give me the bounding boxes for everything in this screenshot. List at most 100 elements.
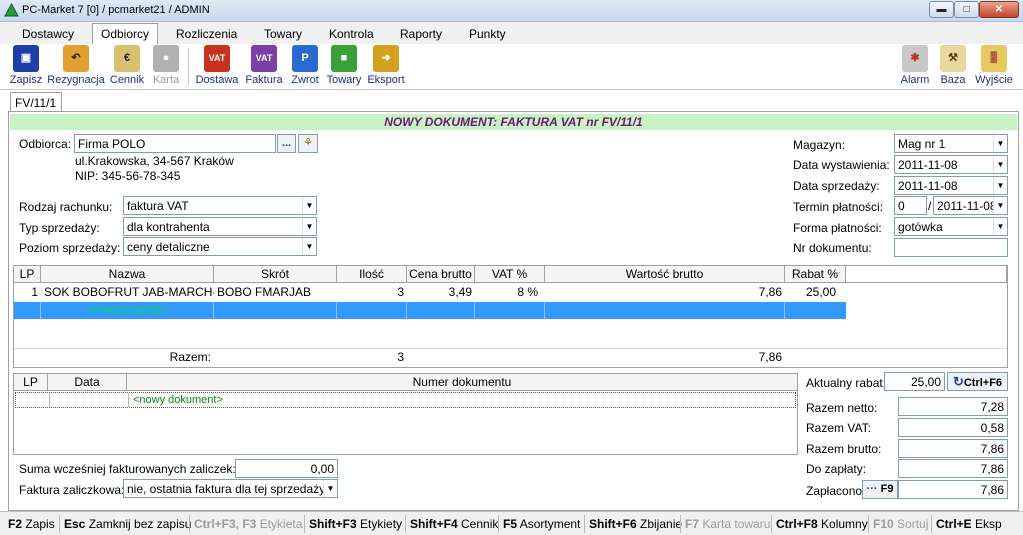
sale-date-field[interactable]: 2011-11-08 ▼ <box>894 176 1008 195</box>
document-number-field[interactable] <box>894 238 1008 257</box>
advance-invoice-select[interactable]: nie, ostatnia faktura dla tej sprzedaży ▼ <box>123 479 338 498</box>
products-label: Towary <box>326 74 362 86</box>
shortcut-save[interactable]: F2 Zapis <box>8 517 55 531</box>
chevron-down-icon[interactable]: ▼ <box>993 156 1007 173</box>
shortcut-columns[interactable]: Ctrl+F8 Kolumny <box>776 517 868 531</box>
alarm-button[interactable]: ✱ Alarm <box>898 44 932 90</box>
sale-level-label: Poziom sprzedaży: <box>19 241 121 255</box>
items-table[interactable]: LP Nazwa Skrót Ilość Cena brutto VAT % W… <box>13 265 1008 368</box>
save-button[interactable]: ▣ Zapisz <box>8 44 44 90</box>
database-button[interactable]: ⚒ Baza <box>938 44 968 90</box>
chevron-down-icon[interactable]: ▼ <box>993 177 1007 194</box>
minimize-icon: ▬ <box>936 4 947 15</box>
col-discount[interactable]: Rabat % <box>785 266 846 283</box>
col-name[interactable]: Nazwa <box>41 266 214 283</box>
chevron-down-icon[interactable]: ▼ <box>302 197 316 214</box>
maximize-button[interactable]: □ <box>954 1 979 18</box>
tab-document[interactable]: FV/11/1 <box>10 92 62 112</box>
table-row[interactable]: 1 SOK BOBOFRUT JAB-MARCH-B BOBO FMARJAB … <box>14 284 846 301</box>
warehouse-select[interactable]: Mag nr 1 ▼ <box>894 134 1008 153</box>
exit-button[interactable]: 🚪 Wyjście <box>974 44 1014 90</box>
products-button[interactable]: ■ Towary <box>324 44 364 90</box>
shortcut-assortment[interactable]: F5 Asortyment <box>503 517 580 531</box>
paid-field[interactable]: 7,86 <box>898 480 1008 499</box>
advance-documents-table[interactable]: LP Data Numer dokumentu <nowy dokument> <box>13 373 798 455</box>
col-price[interactable]: Cena brutto <box>407 266 475 283</box>
col-doc-lp[interactable]: LP <box>14 374 48 391</box>
shortcut-separator <box>931 515 932 533</box>
minimize-button[interactable]: ▬ <box>929 1 954 18</box>
chevron-down-icon[interactable]: ▼ <box>302 238 316 255</box>
col-value[interactable]: Wartość brutto <box>545 266 785 283</box>
shortcut-label-print[interactable]: Ctrl+F3, F3 Etykieta <box>194 517 302 531</box>
menu-raporty[interactable]: Raporty <box>400 27 442 41</box>
shortcut-separator <box>771 515 772 533</box>
shortcut-sort[interactable]: F10 Sortuj <box>873 517 928 531</box>
discount-refresh-button[interactable]: ↻Ctrl+F6 <box>947 372 1008 391</box>
customer-lookup-button[interactable]: ⚘ <box>298 134 318 153</box>
menu-rozliczenia[interactable]: Rozliczenia <box>176 27 237 41</box>
menu-punkty[interactable]: Punkty <box>469 27 506 41</box>
close-button[interactable]: ✕ <box>979 1 1019 18</box>
chevron-down-icon[interactable]: ▼ <box>993 218 1007 235</box>
cancel-button[interactable]: ↶ Rezygnacja <box>47 44 105 90</box>
customer-browse-button[interactable]: ... <box>277 134 296 153</box>
close-icon: ✕ <box>994 4 1004 15</box>
issue-date-field[interactable]: 2011-11-08 ▼ <box>894 155 1008 174</box>
shortcut-product-card[interactable]: F7 Karta towaru <box>685 517 770 531</box>
cell-divider <box>336 302 337 319</box>
customer-field[interactable]: Firma POLO <box>74 134 276 153</box>
return-button[interactable]: P Zwrot <box>288 44 322 90</box>
menu-towary[interactable]: Towary <box>264 27 302 41</box>
issue-date-value: 2011-11-08 <box>898 158 958 172</box>
advance-invoice-label: Faktura zaliczkowa: <box>19 483 125 497</box>
card-button[interactable]: ● Karta <box>150 44 182 90</box>
menu-kontrola[interactable]: Kontrola <box>329 27 374 41</box>
sale-level-select[interactable]: ceny detaliczne ▼ <box>123 237 317 256</box>
undo-icon: ↶ <box>63 45 89 72</box>
shortcut-key: Ctrl+F8 <box>776 517 818 531</box>
delivery-button[interactable]: VAT Dostawa <box>194 44 240 90</box>
title-bar[interactable]: PC-Market 7 [0] / pcmarket21 / ADMIN ▬ □… <box>0 0 1023 22</box>
to-pay-field: 7,86 <box>898 459 1008 478</box>
shortcut-merge[interactable]: Shift+F6 Zbijanie <box>589 517 682 531</box>
invoice-type-label: Rodzaj rachunku: <box>19 200 113 214</box>
sum-qty: 3 <box>397 350 404 364</box>
new-document-row[interactable]: <nowy dokument> <box>15 392 796 408</box>
col-lp[interactable]: LP <box>14 266 41 283</box>
shortcut-labels[interactable]: Shift+F3 Etykiety <box>309 517 402 531</box>
new-position-row[interactable]: <nowa pozycja> <box>14 302 846 319</box>
payment-method-select[interactable]: gotówka ▼ <box>894 217 1008 236</box>
chevron-down-icon[interactable]: ▼ <box>323 480 337 497</box>
current-discount-field[interactable]: 25,00 <box>884 372 945 391</box>
col-doc-date[interactable]: Data <box>48 374 127 391</box>
shortcut-export[interactable]: Ctrl+E Eksp <box>936 517 1002 531</box>
advance-invoice-value: nie, ostatnia faktura dla tej sprzedaży <box>127 482 326 496</box>
chevron-down-icon[interactable]: ▼ <box>302 218 316 235</box>
col-qty[interactable]: Ilość <box>337 266 407 283</box>
advances-sum-label: Suma wcześniej fakturowanych zaliczek: <box>19 462 236 476</box>
invoice-type-select[interactable]: faktura VAT ▼ <box>123 196 317 215</box>
paid-edit-button[interactable]: ··· F9 <box>862 480 898 499</box>
discount-refresh-label: Ctrl+F6 <box>963 377 1003 389</box>
payment-date-field[interactable]: 2011-11-08 ▼ <box>933 196 1008 215</box>
payment-days-field[interactable]: 0 <box>894 196 927 215</box>
shortcut-bar: F2 Zapis Esc Zamknij bez zapisu Ctrl+F3,… <box>0 511 1023 535</box>
shortcut-close[interactable]: Esc Zamknij bez zapisu <box>64 517 191 531</box>
shortcut-label: Zapis <box>25 517 55 531</box>
col-vat[interactable]: VAT % <box>475 266 545 283</box>
export-button[interactable]: ➜ Eksport <box>366 44 406 90</box>
shortcut-separator <box>498 515 499 533</box>
sale-type-select[interactable]: dla kontrahenta ▼ <box>123 217 317 236</box>
document-banner: NOWY DOKUMENT: FAKTURA VAT nr FV/11/1 <box>10 114 1017 130</box>
price-list-button[interactable]: € Cennik <box>108 44 146 90</box>
col-doc-number[interactable]: Numer dokumentu <box>127 374 797 391</box>
advances-sum-field[interactable]: 0,00 <box>235 459 338 478</box>
col-short[interactable]: Skrót <box>214 266 337 283</box>
menu-dostawcy[interactable]: Dostawcy <box>22 27 74 41</box>
shortcut-pricelist[interactable]: Shift+F4 Cennik <box>410 517 498 531</box>
chevron-down-icon[interactable]: ▼ <box>993 135 1007 152</box>
menu-odbiorcy[interactable]: Odbiorcy <box>92 23 159 44</box>
invoice-button[interactable]: VAT Faktura <box>244 44 284 90</box>
chevron-down-icon[interactable]: ▼ <box>993 197 1007 214</box>
